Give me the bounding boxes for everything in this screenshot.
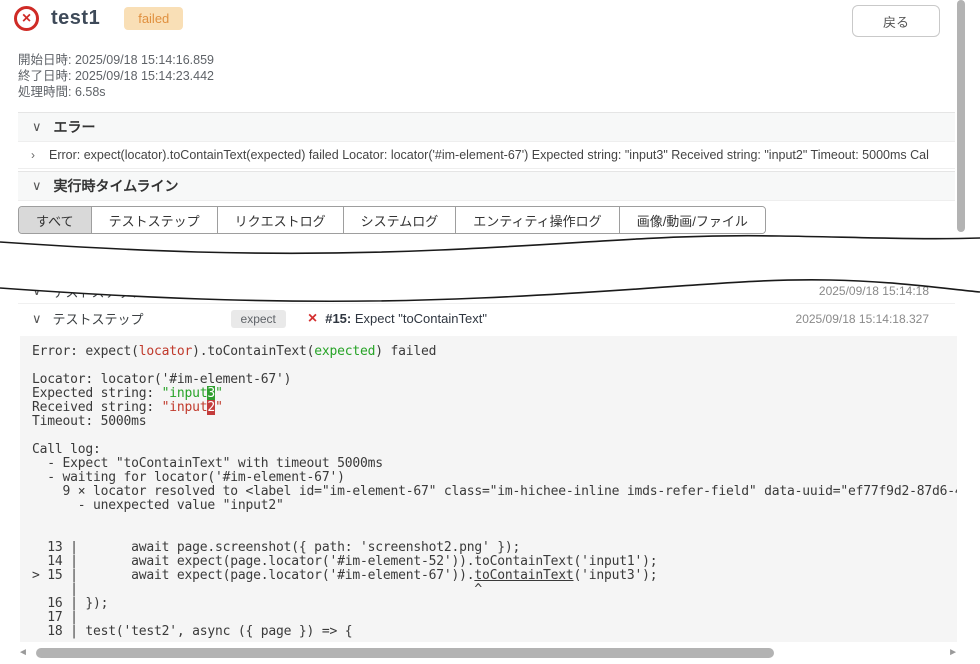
error-summary-row[interactable]: › Error: expect(locator).toContainText(e… (18, 142, 955, 169)
log-line: Received string: "input2" (32, 401, 945, 415)
fail-x-icon: × (308, 311, 317, 327)
end-time: 終了日時: 2025/09/18 15:14:23.442 (18, 68, 214, 84)
chevron-down-icon[interactable]: ∨ (32, 119, 42, 135)
log-line: Timeout: 5000ms (32, 415, 945, 429)
vertical-scrollbar[interactable] (957, 0, 965, 232)
error-summary-text: Error: expect(locator).toContainText(exp… (49, 148, 929, 162)
log-line: | ^ (32, 583, 945, 597)
error-section-title: エラー (54, 117, 96, 137)
horizontal-scrollbar: ◄ ► (18, 646, 958, 660)
error-section-header[interactable]: ∨ エラー (18, 112, 955, 142)
tab-media-files[interactable]: 画像/動画/ファイル (620, 207, 765, 233)
log-line: 16 | }); (32, 597, 945, 611)
tab-entity-log[interactable]: エンティティ操作ログ (456, 207, 619, 233)
log-line: 17 | (32, 611, 945, 625)
log-line: 9 × locator resolved to <label id="im-el… (32, 485, 945, 499)
log-line: 18 | test('test2', async ({ page }) => { (32, 625, 945, 639)
log-line: Locator: locator('#im-element-67') (32, 373, 945, 387)
failed-circle-icon: × (14, 6, 39, 31)
log-line (32, 359, 945, 373)
scroll-right-arrow-icon[interactable]: ► (948, 648, 958, 658)
test-metadata: 開始日時: 2025/09/18 15:14:16.859 終了日時: 2025… (18, 52, 214, 100)
log-line (32, 429, 945, 443)
log-line: > 15 | await expect(page.locator('#im-el… (32, 569, 945, 583)
log-line: 13 | await page.screenshot({ path: 'scre… (32, 541, 945, 555)
log-line (32, 513, 945, 527)
timeline-section-header[interactable]: ∨ 実行時タイムライン (18, 171, 955, 201)
log-lines: Error: expect(locator).toContainText(exp… (32, 345, 945, 639)
page-header: × test1 failed (14, 6, 183, 31)
step-type-badge: expect (231, 282, 286, 300)
log-line: - waiting for locator('#im-element-67') (32, 471, 945, 485)
chevron-down-icon[interactable]: ∨ (32, 178, 42, 194)
scroll-left-arrow-icon[interactable]: ◄ (18, 648, 28, 658)
log-line: Expected string: "input3" (32, 387, 945, 401)
tab-all[interactable]: すべて (19, 207, 92, 233)
start-time: 開始日時: 2025/09/18 15:14:16.859 (18, 52, 214, 68)
step-row-label: テストステップ (53, 309, 231, 328)
step-timestamp: 2025/09/18 15:14:18.327 (796, 312, 929, 326)
log-line: Call log: (32, 443, 945, 457)
duration: 処理時間: 6.58s (18, 84, 214, 100)
log-line: 14 | await expect(page.locator('#im-elem… (32, 555, 945, 569)
error-log-block: Error: expect(locator).toContainText(exp… (20, 336, 957, 642)
horizontal-scrollbar-thumb[interactable] (36, 648, 774, 658)
step-type-badge: expect (231, 310, 286, 328)
timeline-tabbar: すべて テストステップ リクエストログ システムログ エンティティ操作ログ 画像… (18, 206, 766, 234)
log-line: - unexpected value "input2" (32, 499, 945, 513)
tab-system-log[interactable]: システムログ (344, 207, 457, 233)
status-badge: failed (124, 7, 183, 30)
test-step-row-partial[interactable]: ∨ テストステップ expect 2025/09/18 15:14:18 (18, 276, 955, 306)
log-line (32, 527, 945, 541)
log-line: - Expect "toContainText" with timeout 50… (32, 457, 945, 471)
log-line: Error: expect(locator).toContainText(exp… (32, 345, 945, 359)
tab-test-steps[interactable]: テストステップ (92, 207, 218, 233)
step-timestamp: 2025/09/18 15:14:18 (819, 284, 929, 298)
tab-request-log[interactable]: リクエストログ (218, 207, 344, 233)
back-button[interactable]: 戻る (852, 5, 940, 37)
step-row-label: テストステップ (53, 282, 231, 301)
test-step-row[interactable]: ∨ テストステップ expect × #15: Expect "toContai… (18, 303, 955, 333)
page-title: test1 (51, 7, 100, 30)
chevron-down-icon[interactable]: ∨ (32, 311, 42, 327)
chevron-down-icon[interactable]: ∨ (32, 283, 42, 299)
timeline-section-title: 実行時タイムライン (54, 176, 179, 196)
chevron-right-icon[interactable]: › (31, 148, 35, 162)
step-title: #15: Expect "toContainText" (325, 311, 487, 326)
